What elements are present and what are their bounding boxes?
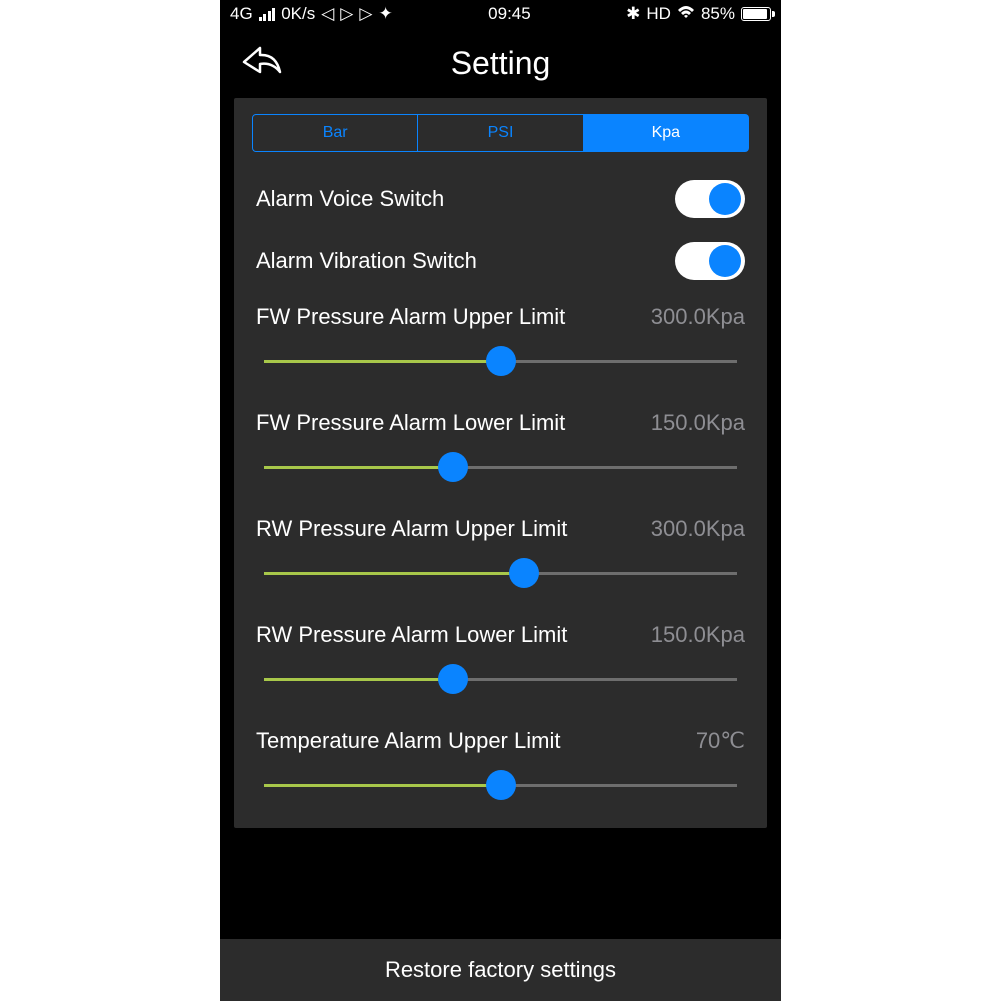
tab-bar[interactable]: Bar [252,114,418,152]
temp-slider-wrap [234,762,767,818]
rw-upper-slider-wrap [234,550,767,606]
voice-label: Alarm Voice Switch [256,186,444,212]
app-icon-2: ▷ [340,4,353,24]
restore-button[interactable]: Restore factory settings [220,939,781,1001]
rw-upper-label: RW Pressure Alarm Upper Limit [256,516,567,542]
bluetooth-icon: ✱ [626,4,640,24]
fw-upper-value: 300.0Kpa [651,304,745,330]
unit-tabs: Bar PSI Kpa [234,98,767,164]
header: Setting [220,28,781,98]
vibration-toggle[interactable] [675,242,745,280]
status-right: ✱ HD 85% [626,4,771,24]
rw-lower-label: RW Pressure Alarm Lower Limit [256,622,567,648]
temp-value: 70℃ [696,728,745,754]
fw-lower-slider-wrap [234,444,767,500]
tab-psi[interactable]: PSI [418,114,583,152]
status-time: 09:45 [488,4,531,24]
row-temp: Temperature Alarm Upper Limit 70℃ [234,712,767,762]
rw-lower-value: 150.0Kpa [651,622,745,648]
row-vibration: Alarm Vibration Switch [234,226,767,288]
settings-panel: Bar PSI Kpa Alarm Voice Switch Alarm Vib… [234,98,767,828]
status-bar: 4G 0K/s ◁ ▷ ▷ ✦ 09:45 ✱ HD 85% [220,0,781,28]
rw-lower-slider[interactable] [264,664,737,694]
speed-label: 0K/s [281,4,315,24]
back-button[interactable] [238,40,286,88]
row-voice: Alarm Voice Switch [234,164,767,226]
fw-lower-value: 150.0Kpa [651,410,745,436]
app-icon-1: ◁ [321,4,334,24]
fw-upper-slider[interactable] [264,346,737,376]
fw-upper-label: FW Pressure Alarm Upper Limit [256,304,565,330]
app-icon-4: ✦ [378,4,392,24]
signal-icon [259,7,276,21]
vibration-label: Alarm Vibration Switch [256,248,477,274]
hd-label: HD [646,4,671,24]
row-fw-lower: FW Pressure Alarm Lower Limit 150.0Kpa [234,394,767,444]
wifi-icon [677,4,695,24]
row-rw-upper: RW Pressure Alarm Upper Limit 300.0Kpa [234,500,767,550]
tab-kpa[interactable]: Kpa [584,114,749,152]
row-fw-upper: FW Pressure Alarm Upper Limit 300.0Kpa [234,288,767,338]
fw-lower-label: FW Pressure Alarm Lower Limit [256,410,565,436]
temp-slider[interactable] [264,770,737,800]
row-rw-lower: RW Pressure Alarm Lower Limit 150.0Kpa [234,606,767,656]
temp-label: Temperature Alarm Upper Limit [256,728,560,754]
battery-label: 85% [701,4,735,24]
battery-icon [741,7,771,21]
fw-upper-slider-wrap [234,338,767,394]
status-left: 4G 0K/s ◁ ▷ ▷ ✦ [230,4,393,24]
voice-toggle[interactable] [675,180,745,218]
app-icon-3: ▷ [359,4,372,24]
fw-lower-slider[interactable] [264,452,737,482]
rw-upper-slider[interactable] [264,558,737,588]
page-title: Setting [451,45,551,82]
network-label: 4G [230,4,253,24]
rw-lower-slider-wrap [234,656,767,712]
rw-upper-value: 300.0Kpa [651,516,745,542]
phone-frame: 4G 0K/s ◁ ▷ ▷ ✦ 09:45 ✱ HD 85% Setting [220,0,781,1001]
restore-label: Restore factory settings [385,957,616,983]
